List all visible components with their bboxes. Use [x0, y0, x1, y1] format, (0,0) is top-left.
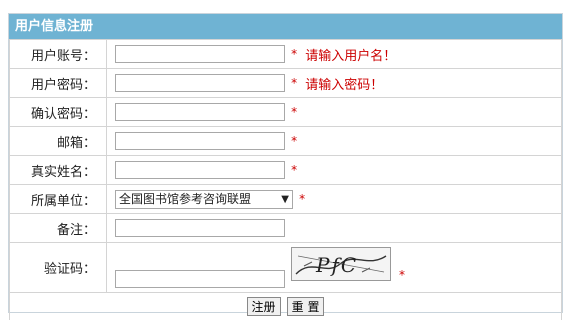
- captcha-graphic: PfC: [295, 253, 387, 277]
- reset-button[interactable]: 重 置: [286, 297, 325, 316]
- row-email: 邮箱： *: [9, 126, 562, 156]
- real-name-label: 真实姓名：: [9, 155, 107, 185]
- email-input[interactable]: [115, 132, 285, 150]
- unit-label: 所属单位：: [9, 184, 107, 214]
- unit-select[interactable]: 全国图书馆参考咨询联盟 ▼: [115, 189, 293, 209]
- row-unit: 所属单位： 全国图书馆参考咨询联盟 ▼ *: [9, 184, 562, 214]
- required-star: *: [291, 105, 298, 119]
- remark-input[interactable]: [115, 219, 285, 237]
- required-star: *: [399, 268, 405, 282]
- password-input[interactable]: [115, 74, 285, 92]
- row-captcha: 验证码： PfC *: [9, 242, 562, 293]
- form-title: 用户信息注册: [9, 14, 562, 39]
- username-error: 请输入用户名！: [305, 48, 397, 64]
- required-star: *: [299, 192, 306, 206]
- remark-label: 备注：: [9, 213, 107, 243]
- username-input[interactable]: [115, 45, 285, 63]
- row-remark: 备注：: [9, 213, 562, 243]
- row-real-name: 真实姓名： *: [9, 155, 562, 185]
- captcha-input[interactable]: [115, 270, 285, 288]
- row-username: 用户账号： * 请输入用户名！: [9, 39, 562, 69]
- captcha-text: PfC: [315, 253, 358, 277]
- confirm-password-label: 确认密码：: [9, 97, 107, 127]
- registration-form: 用户信息注册 用户账号： * 请输入用户名！ 用户密码： * 请输入密码！ 确认…: [8, 13, 563, 320]
- password-error: 请输入密码！: [305, 77, 384, 93]
- row-confirm-password: 确认密码： *: [9, 97, 562, 127]
- captcha-image[interactable]: PfC: [291, 247, 391, 281]
- real-name-input[interactable]: [115, 161, 285, 179]
- dropdown-arrow-icon: ▼: [281, 193, 289, 205]
- row-password: 用户密码： * 请输入密码！: [9, 68, 562, 98]
- captcha-label: 验证码：: [9, 242, 107, 293]
- username-label: 用户账号：: [9, 39, 107, 69]
- row-buttons: 注册 重 置: [9, 292, 562, 320]
- email-label: 邮箱：: [9, 126, 107, 156]
- form-table: 用户账号： * 请输入用户名！ 用户密码： * 请输入密码！ 确认密码： * 邮…: [9, 39, 562, 320]
- required-star: *: [291, 47, 298, 61]
- register-button[interactable]: 注册: [246, 297, 281, 316]
- confirm-password-input[interactable]: [115, 103, 285, 121]
- required-star: *: [291, 134, 298, 148]
- unit-select-value: 全国图书馆参考咨询联盟: [119, 191, 252, 206]
- required-star: *: [291, 76, 298, 90]
- required-star: *: [291, 163, 298, 177]
- password-label: 用户密码：: [9, 68, 107, 98]
